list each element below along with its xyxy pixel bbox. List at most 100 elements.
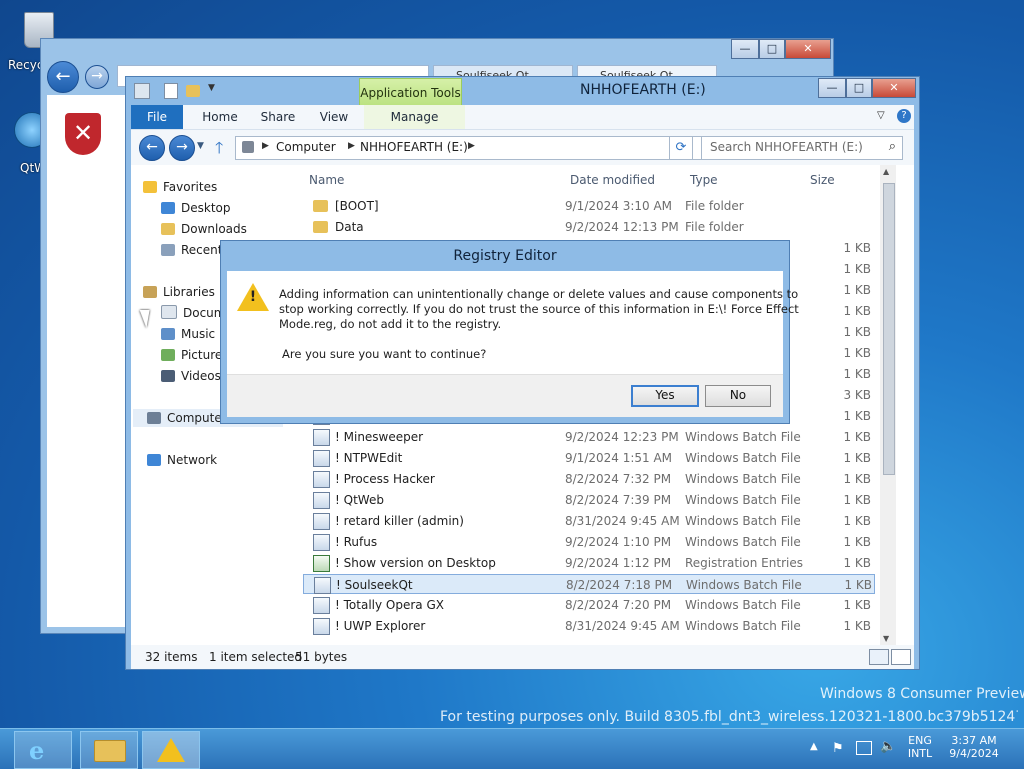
nav-favorites-label: Favorites [163,180,218,194]
nav-videos[interactable]: Videos [161,367,221,385]
quick-access-toolbar[interactable]: ▼ [134,83,218,99]
clock-time: 3:37 AM [951,734,997,747]
table-row[interactable]: ! Show version on Desktop 9/2/2024 1:12 P… [303,553,875,573]
table-row[interactable]: ! Totally Opera GX 8/2/2024 7:20 PM Window… [303,595,875,615]
tab-view[interactable]: View [309,105,359,129]
dialog-message-line-2: stop working correctly. If you do not tr… [279,302,799,316]
file-date: 9/2/2024 1:12 PM [565,556,672,570]
status-item-count: 32 items [145,650,198,664]
nav-videos-label: Videos [181,369,221,383]
tab-home[interactable]: Home [195,105,245,129]
close-icon[interactable]: ✕ [872,78,916,98]
recent-locations-icon[interactable]: ▼ [197,141,204,151]
column-header-name[interactable]: Name [309,173,344,187]
maximize-icon[interactable]: □ [759,39,785,59]
table-row[interactable]: [BOOT] 9/1/2024 3:10 AM File folder [303,196,875,216]
network-tray-icon[interactable] [856,741,872,755]
vertical-scrollbar[interactable]: ▲ ▼ [880,165,896,645]
tray-overflow-icon[interactable]: ▲ [810,741,818,752]
volume-muted-icon[interactable]: 🔈 [880,739,896,754]
browser-back-icon[interactable]: ← [47,61,79,93]
nav-libraries[interactable]: Libraries [143,283,215,301]
explorer-title-bar[interactable]: ▼ Application Tools NHHOFEARTH (E:) — □ … [126,77,919,110]
clock[interactable]: 3:37 AM 9/4/2024 [944,734,1004,760]
properties-icon[interactable] [134,83,150,99]
large-icons-view-icon[interactable] [891,649,911,665]
yes-button[interactable]: Yes [631,385,699,407]
table-row[interactable]: ! UWP Explorer 8/31/2024 9:45 AM Windows B… [303,616,875,636]
language-code: ENG [908,734,932,747]
nav-network[interactable]: Network [147,451,217,469]
details-view-icon[interactable] [869,649,889,665]
minimize-icon[interactable]: — [731,39,759,59]
table-row[interactable]: ! Rufus 9/2/2024 1:10 PM Windows Batch Fil… [303,532,875,552]
file-size: 3 KB [843,388,871,402]
input-language[interactable]: ENG INTL [900,734,940,760]
scroll-down-icon[interactable]: ▼ [883,634,889,643]
nav-documents[interactable]: Docum [161,304,225,322]
action-center-flag-icon[interactable]: ⚑ [832,741,844,756]
table-row[interactable]: ! Minesweeper 9/2/2024 12:23 PM Windows Ba… [303,427,875,447]
minimize-icon[interactable]: — [818,78,846,98]
browser-forward-icon[interactable]: → [85,65,109,89]
taskbar-registry-warning-button[interactable] [142,731,200,769]
column-header-type[interactable]: Type [690,173,718,187]
tab-file[interactable]: File [131,105,183,129]
file-date: 8/2/2024 7:32 PM [565,472,672,486]
table-row[interactable]: ! NTPWEdit 9/1/2024 1:51 AM Windows Batch … [303,448,875,468]
batch-file-icon [313,450,330,467]
taskbar-ie-button[interactable]: e [14,731,72,769]
status-bar: 32 items 1 item selected 51 bytes [131,645,914,669]
nav-recent[interactable]: Recent [161,241,222,259]
help-icon[interactable]: ? [897,109,911,123]
nav-favorites[interactable]: Favorites [143,178,217,196]
table-row[interactable]: ! QtWeb 8/2/2024 7:39 PM Windows Batch Fil… [303,490,875,510]
folder-icon [313,200,328,212]
new-folder-icon[interactable] [186,85,200,97]
watermark-line-2: For testing purposes only. Build 8305.fb… [440,709,1018,725]
scroll-up-icon[interactable]: ▲ [883,167,889,176]
column-header-size[interactable]: Size [810,173,835,187]
chevron-down-icon[interactable]: ▼ [208,83,215,93]
music-icon [161,328,175,340]
nav-downloads[interactable]: Downloads [161,220,247,238]
up-arrow-icon[interactable]: 🡑 [215,137,223,164]
file-size: 1 KB [843,283,871,297]
forward-icon[interactable]: → [169,135,195,161]
back-icon[interactable]: ← [139,135,165,161]
refresh-icon[interactable]: ⟳ [669,136,693,160]
table-row[interactable]: ! SoulseekQt 8/2/2024 7:18 PM Windows Batc… [303,574,875,594]
no-button[interactable]: No [705,385,771,407]
nav-pictures[interactable]: Pictures [161,346,229,364]
column-header-date[interactable]: Date modified [570,173,655,187]
dialog-message-line-3: Mode.reg, do not add it to the registry. [279,317,502,331]
batch-file-icon [313,534,330,551]
breadcrumb-drive[interactable]: NHHOFEARTH (E:) [360,140,468,154]
dialog-message-line-1: Adding information can unintentionally c… [279,287,799,301]
desktop-icon [161,202,175,214]
tab-share[interactable]: Share [253,105,303,129]
videos-icon [161,370,175,382]
scroll-thumb[interactable] [883,183,895,475]
table-row[interactable]: ! retard killer (admin) 8/31/2024 9:45 AM… [303,511,875,531]
ribbon-expand-icon[interactable]: ▽ [877,110,885,121]
registry-editor-dialog[interactable]: Registry Editor ! Adding information can… [220,240,799,424]
file-type: Windows Batch File [685,619,801,633]
nav-desktop[interactable]: Desktop [161,199,231,217]
tab-manage[interactable]: Manage [364,105,465,129]
dialog-title: Registry Editor [453,248,557,264]
nav-music[interactable]: Music [161,325,215,343]
maximize-icon[interactable]: □ [846,78,872,98]
close-icon[interactable]: ✕ [785,39,831,59]
table-row[interactable]: Data 9/2/2024 12:13 PM File folder [303,217,875,237]
file-type: Windows Batch File [685,493,801,507]
breadcrumb-computer[interactable]: Computer [276,140,336,154]
file-size: 1 KB [843,346,871,360]
table-row[interactable]: ! Process Hacker 8/2/2024 7:32 PM Windows … [303,469,875,489]
taskbar-explorer-button[interactable] [80,731,138,769]
file-size: 1 KB [843,535,871,549]
nav-recent-label: Recent [181,243,223,257]
search-input[interactable]: Search NHHOFEARTH (E:) ⌕ [701,136,903,160]
status-bytes: 51 bytes [295,650,348,664]
new-document-icon[interactable] [164,83,178,99]
